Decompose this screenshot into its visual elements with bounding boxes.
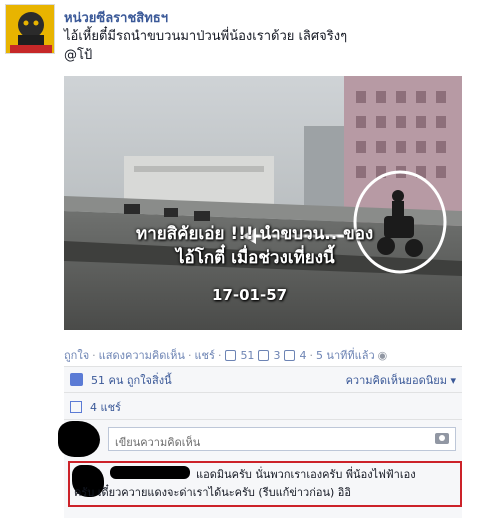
shares-summary[interactable]: 4 แชร์ (90, 398, 121, 416)
page-avatar[interactable] (5, 4, 55, 54)
share-link[interactable]: แชร์ (194, 346, 214, 364)
thumbs-up-icon (225, 349, 237, 361)
comment-icon (258, 349, 270, 361)
redacted-avatar (58, 421, 100, 457)
comment-count[interactable]: 3 (273, 349, 280, 362)
photo-caption-date: 17-01-57 (212, 286, 288, 304)
photo-caption-line-2: ไอ้โกตี๋ เมื่อช่วงเที่ยงนี้ (176, 248, 335, 268)
status-line-2: @โป้ (64, 48, 93, 63)
separator: · (187, 348, 192, 362)
separator: · (92, 348, 96, 362)
page-logo-icon (6, 5, 54, 53)
redacted-commenter-name (110, 466, 190, 479)
comment-input[interactable]: เขียนความคิดเห็น (108, 427, 456, 451)
camera-icon[interactable] (435, 433, 449, 444)
separator: · (309, 348, 313, 362)
like-link[interactable]: ถูกใจ (64, 346, 89, 364)
post-author[interactable]: หน่วยซีลราชสิทธฯ (64, 7, 168, 28)
comment-text-line-1: แอดมินครับ นั่นพวกเราเองครับ พี่น้องไฟฟ้… (196, 468, 416, 481)
shares-row: 4 แชร์ (64, 394, 462, 420)
likes-summary[interactable]: 51 คน ถูกใจสิ่งนี้ (91, 371, 172, 389)
photo-caption-line-1: ทายสิคัยเอ่ย !!! นำขบวน.. ของ (136, 224, 374, 244)
share-count[interactable]: 4 (299, 349, 306, 362)
comment-sort-dropdown[interactable]: ความคิดเห็นยอดนิยม ▾ (346, 371, 456, 389)
comment-text-line-2: ครับ เดี๋ยวควายแดงจะด่าเราได้นะครับ (รีบ… (74, 486, 351, 499)
likes-row: 51 คน ถูกใจสิ่งนี้ ความคิดเห็นยอดนิยม ▾ (64, 367, 462, 393)
share-icon (284, 349, 296, 361)
globe-icon: ◉ (377, 348, 388, 362)
comment-placeholder: เขียนความคิดเห็น (115, 436, 201, 449)
like-count[interactable]: 51 (240, 349, 254, 362)
like-thumb-icon (70, 373, 83, 386)
feedback-panel: 51 คน ถูกใจสิ่งนี้ ความคิดเห็นยอดนิยม ▾ … (58, 366, 462, 518)
highlighted-comment: แอดมินครับ นั่นพวกเราเองครับ พี่น้องไฟฟ้… (68, 461, 462, 507)
post-status: ไอ้เหี้ยตี๋มีรถนำขบวนมาป่วนพี่น้องเราด้ว… (64, 27, 347, 65)
share-box-icon (70, 400, 82, 413)
post-actions: ถูกใจ · แสดงความคิดเห็น · แชร์ · 51 3 4 … (64, 346, 387, 364)
separator: · (217, 348, 222, 362)
status-line-1: ไอ้เหี้ยตี๋มีรถนำขบวนมาป่วนพี่น้องเราด้ว… (64, 29, 348, 44)
comment-link[interactable]: แสดงความคิดเห็น (99, 346, 185, 364)
post-time[interactable]: 5 นาทีที่แล้ว (316, 346, 375, 364)
